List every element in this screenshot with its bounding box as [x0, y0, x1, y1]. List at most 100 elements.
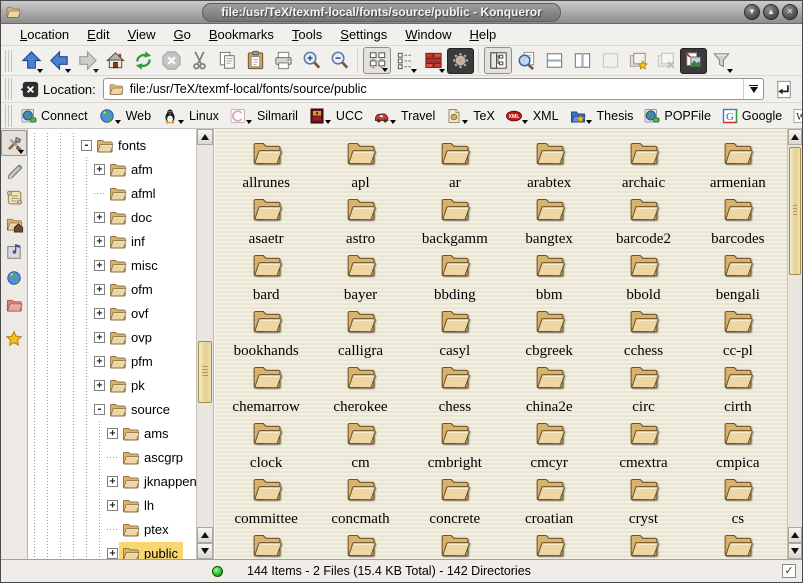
- stop-button[interactable]: [157, 47, 185, 74]
- tree-row-source[interactable]: -source: [28, 397, 196, 421]
- collapse-toggle[interactable]: -: [81, 140, 92, 151]
- close-tab-button[interactable]: [652, 47, 680, 74]
- tree-row-inf[interactable]: +inf: [28, 229, 196, 253]
- menu-tools[interactable]: Tools: [283, 25, 331, 44]
- tree-row-doc[interactable]: +doc: [28, 205, 196, 229]
- tree-item[interactable]: ofm: [106, 278, 158, 301]
- tree-row-pk[interactable]: +pk: [28, 373, 196, 397]
- expand-toggle[interactable]: +: [94, 332, 105, 343]
- sidebar-tab-history[interactable]: [1, 183, 27, 210]
- bookmark-ucc[interactable]: UCC: [305, 106, 367, 126]
- zoom-out-button[interactable]: [325, 47, 353, 74]
- split-top-bottom-button[interactable]: [540, 47, 568, 74]
- folder-item-archaic[interactable]: archaic: [596, 136, 690, 192]
- bookmark-google[interactable]: GGoogle: [718, 106, 786, 126]
- sidebar-tab-network[interactable]: [1, 264, 27, 291]
- tree-item[interactable]: afm: [106, 158, 158, 181]
- bookmark-travel[interactable]: Travel: [370, 106, 439, 126]
- bookmark-tex[interactable]: TeX: [442, 106, 499, 126]
- scroll-down-button[interactable]: [197, 543, 213, 559]
- folder-item-arabtex[interactable]: arabtex: [502, 136, 596, 192]
- folder-item-cs[interactable]: cs: [691, 472, 785, 528]
- scroll-up-button[interactable]: [788, 129, 802, 145]
- tree-item[interactable]: source: [106, 398, 175, 421]
- folder-item-partial-2[interactable]: [313, 528, 407, 559]
- tree-item[interactable]: afml: [106, 182, 161, 205]
- folder-item-asaetr[interactable]: asaetr: [219, 192, 313, 248]
- tree-item[interactable]: misc: [106, 254, 163, 277]
- bookmark-silmaril[interactable]: Silmaril: [226, 106, 302, 126]
- tree-row-ascgrp[interactable]: ascgrp: [28, 445, 196, 469]
- folder-item-bayer[interactable]: bayer: [313, 248, 407, 304]
- sidebar-tab-services[interactable]: [1, 237, 27, 264]
- tree-item[interactable]: fonts: [93, 134, 151, 157]
- folder-item-bbm[interactable]: bbm: [502, 248, 596, 304]
- navigation-panel-button[interactable]: [484, 47, 512, 74]
- filter-button[interactable]: [707, 47, 735, 74]
- menu-window[interactable]: Window: [396, 25, 460, 44]
- tree-item[interactable]: jknappen: [119, 470, 196, 493]
- menu-edit[interactable]: Edit: [78, 25, 118, 44]
- remove-view-button[interactable]: [596, 47, 624, 74]
- tree-row-ovf[interactable]: +ovf: [28, 301, 196, 325]
- title-bar[interactable]: file:/usr/TeX/texmf-local/fonts/source/p…: [1, 1, 802, 24]
- new-tab-button[interactable]: [624, 47, 652, 74]
- folder-item-bookhands[interactable]: bookhands: [219, 304, 313, 360]
- home-button[interactable]: [101, 47, 129, 74]
- expand-toggle[interactable]: +: [94, 236, 105, 247]
- sidebar-tab-configure[interactable]: [1, 130, 27, 156]
- tree-item[interactable]: ovp: [106, 326, 157, 349]
- forward-button[interactable]: [73, 47, 101, 74]
- tree-item[interactable]: ptex: [119, 518, 174, 541]
- view-scrollbar[interactable]: [787, 129, 802, 559]
- tree-item[interactable]: pfm: [106, 350, 158, 373]
- menu-help[interactable]: Help: [461, 25, 506, 44]
- menu-view[interactable]: View: [119, 25, 165, 44]
- location-dropdown-button[interactable]: [743, 79, 763, 99]
- tree-row-ams[interactable]: +ams: [28, 421, 196, 445]
- close-button[interactable]: ✕: [782, 4, 798, 20]
- folder-item-cmpica[interactable]: cmpica: [691, 416, 785, 472]
- sidebar-tab-root-folder[interactable]: [1, 291, 27, 318]
- folder-item-bbding[interactable]: bbding: [408, 248, 502, 304]
- folder-item-astro[interactable]: astro: [313, 192, 407, 248]
- folder-item-barcode2[interactable]: barcode2: [596, 192, 690, 248]
- clear-location-button[interactable]: [17, 77, 41, 101]
- folder-item-partial-1[interactable]: [219, 528, 313, 559]
- menu-location[interactable]: Location: [11, 25, 78, 44]
- folder-item-concrete[interactable]: concrete: [408, 472, 502, 528]
- folder-item-partial-3[interactable]: [408, 528, 502, 559]
- menu-bookmarks[interactable]: Bookmarks: [200, 25, 283, 44]
- folder-item-bbold[interactable]: bbold: [596, 248, 690, 304]
- expand-toggle[interactable]: +: [107, 500, 118, 511]
- folder-item-croatian[interactable]: croatian: [502, 472, 596, 528]
- folder-item-barcodes[interactable]: barcodes: [691, 192, 785, 248]
- scroll-up-button[interactable]: [788, 527, 802, 543]
- tree-row-ptex[interactable]: ptex: [28, 517, 196, 541]
- scroll-up-button[interactable]: [197, 527, 213, 543]
- folder-item-cbgreek[interactable]: cbgreek: [502, 304, 596, 360]
- reload-button[interactable]: [129, 47, 157, 74]
- expand-toggle[interactable]: +: [107, 476, 118, 487]
- location-toolbar-handle[interactable]: [5, 78, 13, 100]
- location-input[interactable]: file:/usr/TeX/texmf-local/fonts/source/p…: [103, 78, 764, 100]
- find-file-button[interactable]: [512, 47, 540, 74]
- tree-item[interactable]: ams: [119, 422, 174, 445]
- tree-item[interactable]: doc: [106, 206, 157, 229]
- tree-item[interactable]: ascgrp: [119, 446, 188, 469]
- bookmark-popfile[interactable]: POPFile: [640, 106, 715, 126]
- tree-row-jknappen[interactable]: +jknappen: [28, 469, 196, 493]
- folder-item-chess[interactable]: chess: [408, 360, 502, 416]
- tree-item[interactable]: ovf: [106, 302, 153, 325]
- preview-button[interactable]: [680, 48, 707, 74]
- tree-row-fonts[interactable]: -fonts: [28, 133, 196, 157]
- tree-scrollbar[interactable]: [196, 129, 213, 559]
- cut-button[interactable]: [185, 47, 213, 74]
- folder-item-apl[interactable]: apl: [313, 136, 407, 192]
- tree-row-lh[interactable]: +lh: [28, 493, 196, 517]
- tree-row-afm[interactable]: +afm: [28, 157, 196, 181]
- bookmark-connect[interactable]: Connect: [17, 106, 92, 126]
- statusbar-checkbox-icon[interactable]: ✓: [782, 564, 796, 578]
- folder-item-concmath[interactable]: concmath: [313, 472, 407, 528]
- scroll-down-button[interactable]: [788, 543, 802, 559]
